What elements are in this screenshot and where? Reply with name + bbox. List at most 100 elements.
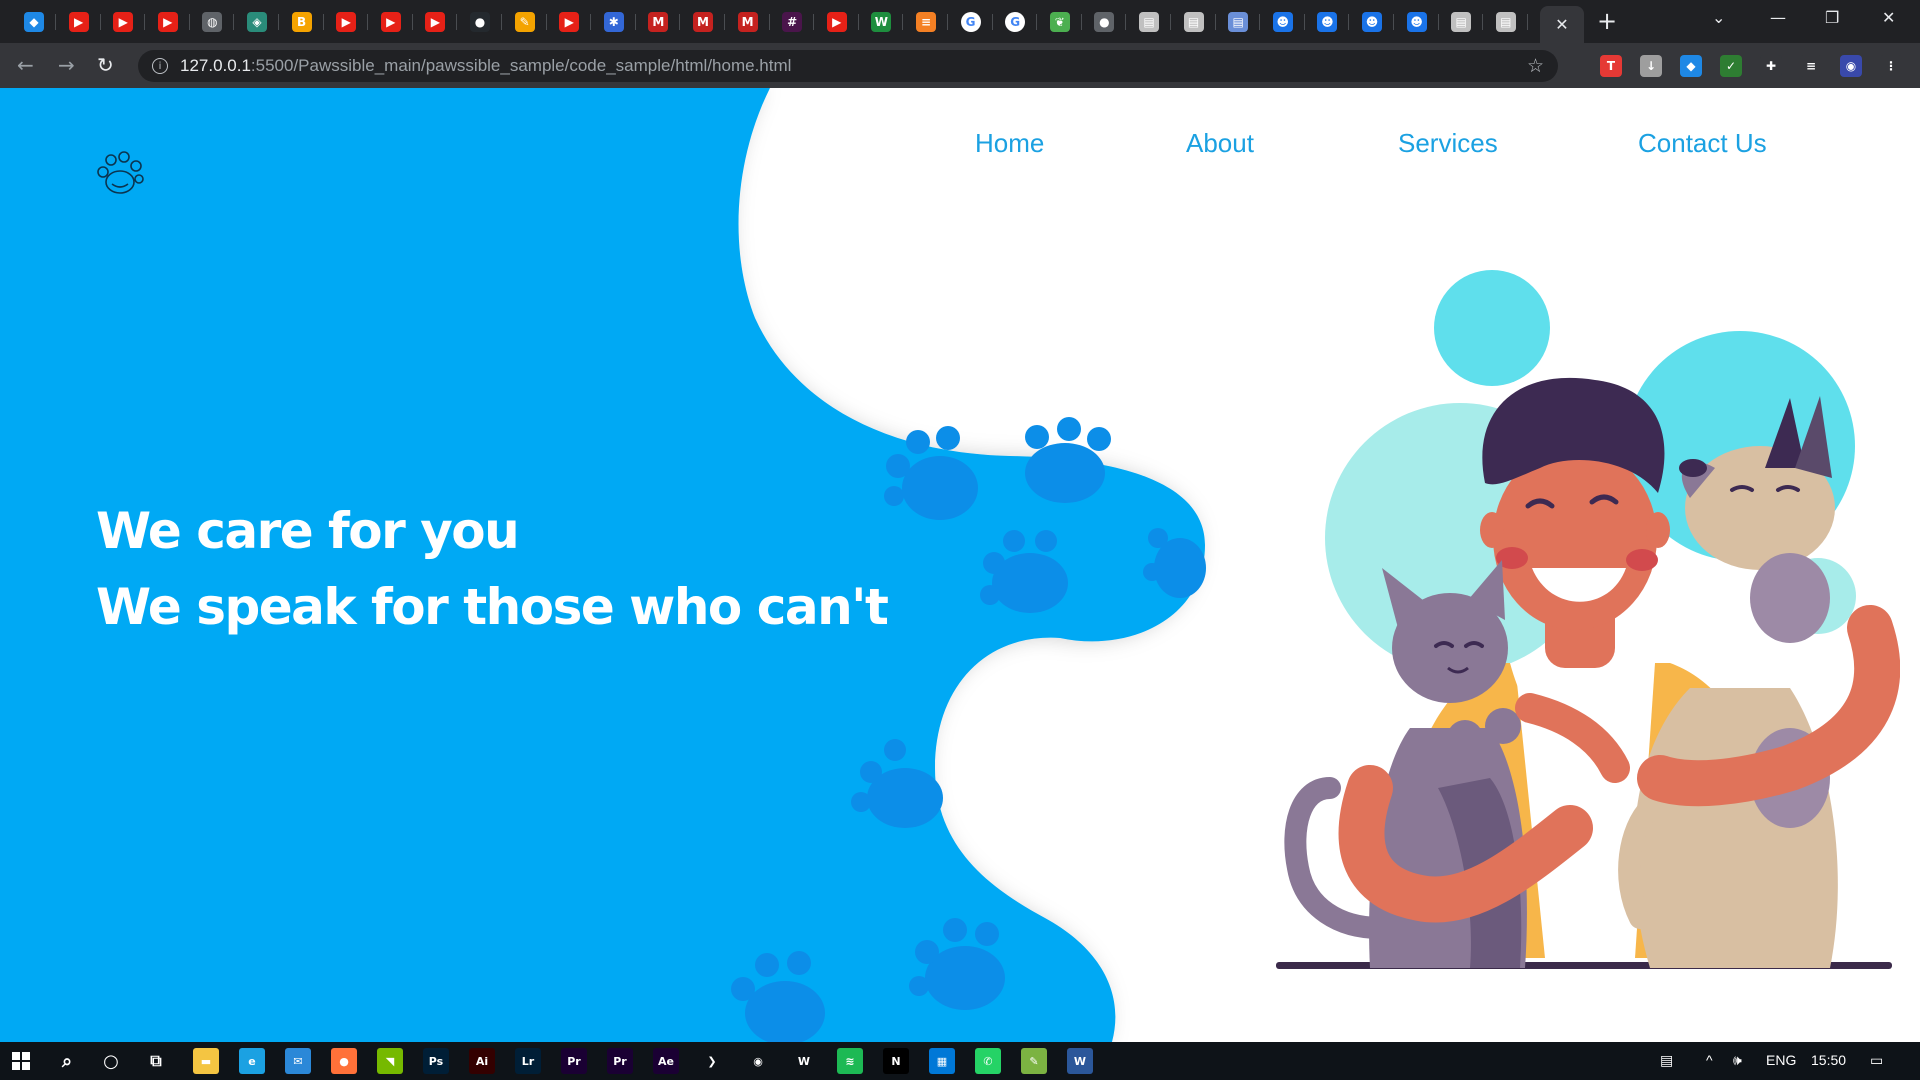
nav-about-link[interactable]: About — [1186, 128, 1254, 159]
browser-tab[interactable]: M — [636, 6, 681, 38]
shield-extension-icon[interactable]: ✓ — [1720, 55, 1742, 77]
nav-services-link[interactable]: Services — [1398, 128, 1498, 159]
browser-tab[interactable]: ▶ — [101, 6, 146, 38]
file-explorer-icon[interactable]: ▬ — [193, 1048, 219, 1074]
browser-tab[interactable]: W — [859, 6, 904, 38]
browser-tab[interactable]: ● — [1082, 6, 1127, 38]
vscode-icon[interactable]: ❯ — [699, 1048, 725, 1074]
profile-avatar-icon[interactable]: ◉ — [1840, 55, 1862, 77]
browser-tab[interactable]: ▶ — [413, 6, 458, 38]
browser-tab[interactable]: ☻ — [1350, 6, 1394, 38]
search-icon[interactable]: ⌕ — [54, 1048, 80, 1074]
new-tab-button[interactable]: + — [1597, 9, 1617, 33]
site-info-icon[interactable]: i — [152, 58, 168, 74]
browser-tab[interactable]: ◆ — [12, 6, 56, 38]
photoshop-icon[interactable]: Ps — [423, 1048, 449, 1074]
browser-tab[interactable]: ▤ — [1172, 6, 1216, 38]
browser-tab[interactable]: ≡ — [904, 6, 948, 38]
browser-tab[interactable]: ▶ — [369, 6, 413, 38]
download-extension-icon[interactable]: ↓ — [1640, 55, 1662, 77]
tab-separator — [1526, 14, 1528, 30]
edge-icon[interactable]: e — [239, 1048, 265, 1074]
browser-tab[interactable]: M — [726, 6, 770, 38]
browser-tab[interactable]: ❦ — [1038, 6, 1082, 38]
browser-tab[interactable]: ☻ — [1261, 6, 1305, 38]
wordpress-icon[interactable]: W — [791, 1048, 817, 1074]
minimize-button[interactable]: — — [1770, 8, 1786, 27]
site-navigation: Home About Services Contact Us — [0, 128, 1920, 168]
browser-tab[interactable]: M — [681, 6, 725, 38]
bookmark-star-icon[interactable]: ☆ — [1527, 55, 1544, 77]
notepad-icon[interactable]: ✎ — [1021, 1048, 1047, 1074]
premiere-icon[interactable]: Pr — [607, 1048, 633, 1074]
address-bar[interactable]: i 127.0.0.1:5500/Pawssible_main/pawssibl… — [138, 50, 1558, 82]
premiere-icon[interactable]: Pr — [561, 1048, 587, 1074]
calculator-icon[interactable]: ▦ — [929, 1048, 955, 1074]
mail-icon[interactable]: ✉ — [285, 1048, 311, 1074]
browser-tab[interactable]: ☻ — [1305, 6, 1350, 38]
youtube-icon: ▶ — [425, 12, 446, 32]
clock[interactable]: 15:50 — [1811, 1052, 1846, 1068]
whatsapp-icon[interactable]: ✆ — [975, 1048, 1001, 1074]
browser-tab[interactable]: ◍ — [190, 6, 235, 38]
robot-icon: ☻ — [1406, 12, 1427, 32]
ethereum-icon: ◈ — [247, 12, 267, 32]
puzzle-extension-icon[interactable]: ✚ — [1760, 55, 1782, 77]
illustrator-icon[interactable]: Ai — [469, 1048, 495, 1074]
browser-tab[interactable]: ▤ — [1484, 6, 1528, 38]
gem-extension-icon[interactable]: ◆ — [1680, 55, 1702, 77]
close-tab-icon[interactable]: ✕ — [1555, 15, 1568, 34]
browser-tab[interactable]: ◈ — [235, 6, 279, 38]
hero-headline-1: We care for you — [96, 502, 520, 560]
cortana-icon[interactable]: ○ — [98, 1048, 124, 1074]
forward-button[interactable]: → — [58, 53, 75, 77]
browser-tab[interactable]: ☻ — [1395, 6, 1439, 38]
notifications-icon[interactable]: ▭ — [1870, 1052, 1883, 1069]
back-button[interactable]: ← — [17, 53, 34, 77]
close-window-button[interactable]: ✕ — [1882, 8, 1895, 27]
browser-tab[interactable]: ▤ — [1439, 6, 1484, 38]
browser-tab[interactable]: ▶ — [815, 6, 859, 38]
windows-start-icon[interactable] — [8, 1048, 34, 1074]
google-icon: G — [1005, 12, 1026, 32]
reload-button[interactable]: ↻ — [97, 53, 114, 77]
language-indicator[interactable]: ENG — [1766, 1052, 1796, 1068]
tp-extension-icon[interactable]: T — [1600, 55, 1622, 77]
kebab-menu-icon[interactable]: ⋮ — [1880, 55, 1902, 77]
browser-tab[interactable]: G — [993, 6, 1038, 38]
youtube-icon: ▶ — [157, 12, 178, 32]
browser-tab[interactable]: ✱ — [592, 6, 636, 38]
browser-tab[interactable]: B — [280, 6, 324, 38]
restore-button[interactable]: ❐ — [1825, 8, 1839, 27]
tab-search-icon[interactable]: ⌄ — [1712, 8, 1725, 27]
slack-icon: # — [782, 12, 803, 32]
word-icon[interactable]: W — [1067, 1048, 1093, 1074]
browser-tab[interactable]: ● — [458, 6, 502, 38]
nav-contact-link[interactable]: Contact Us — [1638, 128, 1767, 159]
news-widget-icon[interactable]: ▤ — [1660, 1052, 1673, 1069]
firefox-icon[interactable]: ● — [331, 1048, 357, 1074]
spotify-icon[interactable]: ≋ — [837, 1048, 863, 1074]
browser-tab[interactable]: ▶ — [146, 6, 190, 38]
lightroom-icon[interactable]: Lr — [515, 1048, 541, 1074]
browser-tab[interactable]: ✎ — [503, 6, 547, 38]
chrome-icon[interactable]: ◉ — [745, 1048, 771, 1074]
browser-tab[interactable]: ▶ — [324, 6, 369, 38]
browser-tab[interactable]: ▶ — [57, 6, 101, 38]
browser-tab[interactable]: ▤ — [1127, 6, 1171, 38]
browser-tab[interactable]: G — [949, 6, 993, 38]
browser-tab[interactable]: # — [770, 6, 815, 38]
man-with-cat-and-dog-illustration — [1276, 270, 1900, 969]
browser-tab[interactable]: ▤ — [1216, 6, 1261, 38]
playlist-icon[interactable]: ≡ — [1800, 55, 1822, 77]
browser-tab[interactable]: ▶ — [547, 6, 592, 38]
show-hidden-icons[interactable]: ^ — [1706, 1052, 1713, 1068]
after-effects-icon[interactable]: Ae — [653, 1048, 679, 1074]
task-view-icon[interactable]: ⧉ — [143, 1048, 169, 1074]
stackoverflow-icon: ≡ — [916, 12, 936, 32]
nvidia-icon[interactable]: ◥ — [377, 1048, 403, 1074]
volume-icon[interactable]: 🕪 — [1733, 1052, 1742, 1069]
nav-home-link[interactable]: Home — [975, 128, 1044, 159]
active-tab[interactable]: ✕ — [1540, 6, 1584, 43]
netflix-icon[interactable]: N — [883, 1048, 909, 1074]
